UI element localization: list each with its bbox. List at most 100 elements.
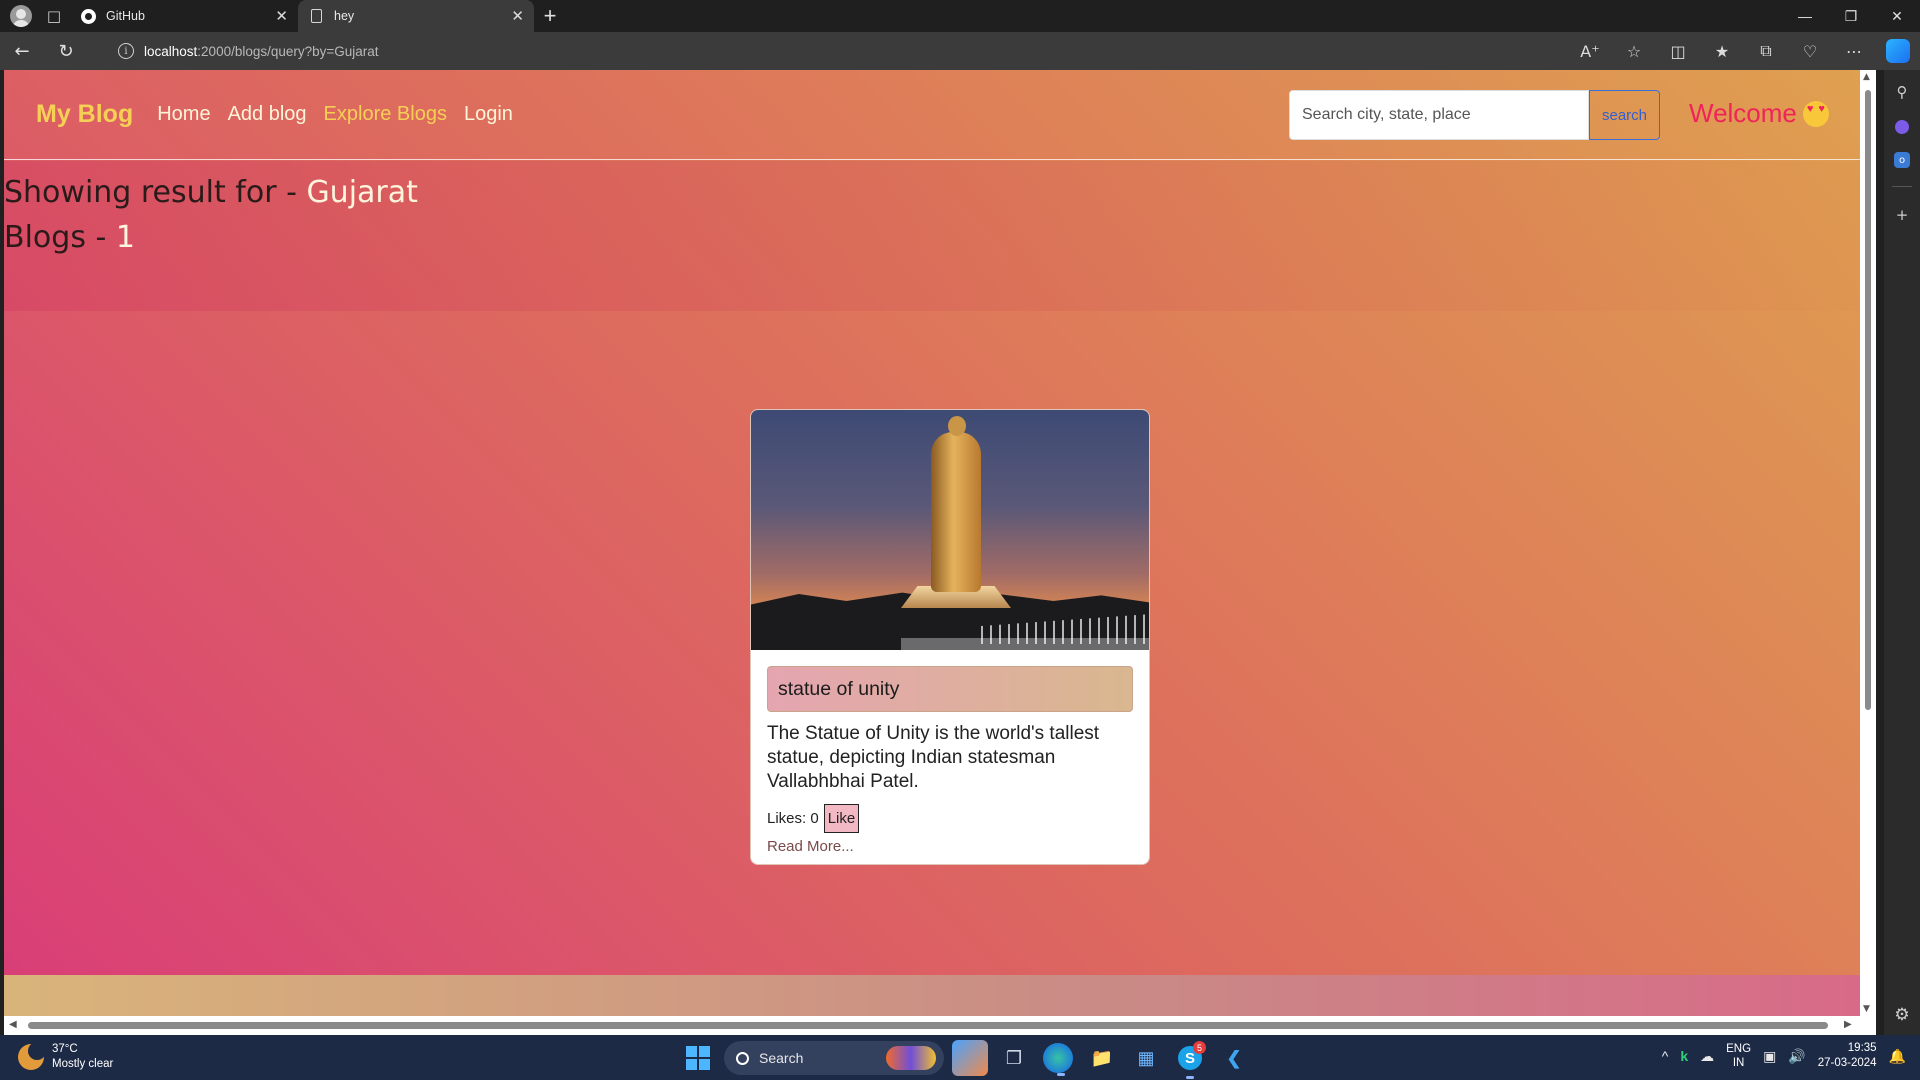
onedrive-icon[interactable]: ☁ (1700, 1048, 1714, 1065)
minimize-icon[interactable]: — (1782, 0, 1828, 32)
clock[interactable]: 19:35 27-03-2024 (1818, 1041, 1877, 1071)
copilot-sidebar-icon[interactable] (1895, 120, 1909, 134)
show-hidden-icons-icon[interactable]: ^ (1662, 1048, 1669, 1064)
page-viewport: My Blog Home Add blog Explore Blogs Logi… (4, 70, 1864, 1016)
vertical-scroll-thumb[interactable] (1865, 90, 1871, 710)
weather-temp: 37°C (52, 1043, 78, 1055)
refresh-icon[interactable]: ↻ (44, 32, 88, 70)
back-icon[interactable]: ← (0, 32, 44, 70)
url-path: :2000/blogs/query?by=Gujarat (197, 43, 379, 59)
sidebar-divider (1892, 186, 1912, 187)
blog-title: statue of unity (767, 666, 1133, 712)
close-tab-icon[interactable]: ✕ (275, 7, 288, 25)
file-explorer-icon[interactable]: 📁 (1084, 1040, 1120, 1076)
split-screen-icon[interactable]: ◫ (1656, 32, 1700, 70)
weather-widget[interactable]: 37°C Mostly clear (18, 1042, 113, 1072)
volume-icon[interactable]: 🔊 (1788, 1048, 1805, 1065)
lang-region: IN (1732, 1057, 1745, 1069)
horizontal-scrollbar[interactable]: ◀ ▶ (4, 1016, 1876, 1035)
kite-icon[interactable]: k (1680, 1048, 1688, 1064)
more-menu-icon[interactable]: ⋯ (1832, 32, 1876, 70)
url-field[interactable]: i localhost:2000/blogs/query?by=Gujarat (104, 36, 1604, 66)
collections-icon[interactable]: ⧉ (1744, 32, 1788, 70)
browser-tab-bar: □ GitHub ✕ hey ✕ + — ❐ ✕ (0, 0, 1920, 32)
tab-title: GitHub (106, 9, 145, 23)
network-icon[interactable]: ▣ (1763, 1048, 1776, 1065)
address-bar: ← ↻ i localhost:2000/blogs/query?by=Guja… (0, 32, 1920, 70)
edge-browser-icon[interactable] (1043, 1043, 1073, 1076)
github-icon (80, 8, 96, 24)
taskbar-search-label: Search (759, 1050, 804, 1066)
nav-add-blog[interactable]: Add blog (228, 103, 307, 126)
close-window-icon[interactable]: ✕ (1874, 0, 1920, 32)
skype-icon[interactable]: S 5 (1172, 1040, 1208, 1079)
count-value: 1 (115, 220, 135, 255)
store-icon[interactable]: ▦ (1128, 1040, 1164, 1076)
search-form: Search city, state, place search (1289, 90, 1660, 140)
results-prefix: Showing result for - (4, 175, 307, 210)
scroll-up-icon[interactable]: ▲ (1863, 72, 1870, 82)
page-footer (4, 975, 1860, 1016)
outlook-icon[interactable]: o (1894, 152, 1910, 168)
nav-home[interactable]: Home (157, 103, 210, 126)
windows-taskbar: 37°C Mostly clear Search ❐ 📁 ▦ S 5 ❮ ^ k… (0, 1035, 1920, 1080)
nav-login[interactable]: Login (464, 103, 513, 126)
brand-logo[interactable]: My Blog (36, 100, 133, 129)
settings-gear-icon[interactable]: ⚙ (1894, 1005, 1909, 1025)
weather-icon (18, 1042, 46, 1070)
new-tab-button[interactable]: + (534, 0, 566, 32)
address-bar-actions: A⁺ ☆ ◫ ★ ⧉ ♡ ⋯ (1568, 32, 1920, 70)
scroll-down-icon[interactable]: ▼ (1863, 1004, 1870, 1014)
favorites-icon[interactable]: ★ (1700, 32, 1744, 70)
blog-description: The Statue of Unity is the world's talle… (767, 723, 1100, 792)
url-host: localhost (144, 43, 198, 59)
tab-github[interactable]: GitHub ✕ (70, 0, 298, 32)
site-navbar: My Blog Home Add blog Explore Blogs Logi… (4, 70, 1860, 160)
blog-card: statue of unity The Statue of Unity is t… (750, 409, 1150, 865)
task-view-icon[interactable]: ❐ (996, 1040, 1032, 1076)
horizontal-scroll-thumb[interactable] (28, 1022, 1828, 1029)
search-icon[interactable]: ⚲ (1892, 82, 1912, 102)
weather-text: 37°C Mostly clear (52, 1042, 113, 1072)
system-tray: ^ k ☁ ENG IN ▣ 🔊 19:35 27-03-2024 🔔 (1662, 1041, 1906, 1071)
copilot-app-icon[interactable] (952, 1040, 988, 1076)
vertical-scrollbar[interactable]: ▲ ▼ (1860, 70, 1876, 1016)
scroll-left-icon[interactable]: ◀ (9, 1019, 17, 1030)
count-prefix: Blogs - (4, 220, 116, 255)
tab-hey[interactable]: hey ✕ (298, 0, 534, 32)
read-more-link[interactable]: Read More... (767, 838, 854, 855)
close-tab-icon[interactable]: ✕ (511, 7, 524, 25)
search-button[interactable]: search (1589, 90, 1660, 140)
restore-icon[interactable]: ❐ (1828, 0, 1874, 32)
start-button-icon[interactable] (680, 1040, 716, 1076)
tab-title: hey (334, 9, 355, 23)
search-input[interactable]: Search city, state, place (1289, 90, 1589, 140)
results-query: Gujarat (306, 175, 418, 210)
lang-code: ENG (1726, 1043, 1752, 1055)
favorite-star-icon[interactable]: ☆ (1612, 32, 1656, 70)
site-info-icon[interactable]: i (118, 43, 134, 59)
profile-avatar[interactable] (10, 5, 32, 27)
welcome-text: Welcome (1689, 98, 1797, 128)
likes-count: Likes: 0 (767, 810, 819, 827)
window-controls: — ❐ ✕ (1782, 0, 1920, 32)
taskbar-apps: Search ❐ 📁 ▦ S 5 ❮ (680, 1040, 1252, 1079)
copilot-icon[interactable] (1886, 39, 1910, 63)
tab-actions-icon[interactable]: □ (38, 0, 70, 32)
notifications-bell-icon[interactable]: 🔔 (1889, 1048, 1906, 1065)
add-icon[interactable]: + (1892, 205, 1912, 225)
clock-date: 27-03-2024 (1817, 1057, 1877, 1069)
results-count: Blogs - 1 (4, 220, 1864, 255)
clock-time: 19:35 (1847, 1042, 1877, 1054)
search-icon (736, 1051, 749, 1065)
scroll-right-icon[interactable]: ▶ (1844, 1019, 1852, 1030)
taskbar-search[interactable]: Search (724, 1041, 944, 1075)
read-aloud-icon[interactable]: A⁺ (1568, 32, 1612, 70)
welcome-message: Welcome (1689, 98, 1829, 129)
like-button[interactable]: Like (823, 804, 860, 833)
search-highlight-icon (886, 1046, 936, 1070)
language-indicator[interactable]: ENG IN (1726, 1042, 1751, 1070)
nav-explore-blogs[interactable]: Explore Blogs (324, 103, 447, 126)
browser-essentials-icon[interactable]: ♡ (1788, 32, 1832, 70)
vscode-icon[interactable]: ❮ (1216, 1040, 1252, 1076)
